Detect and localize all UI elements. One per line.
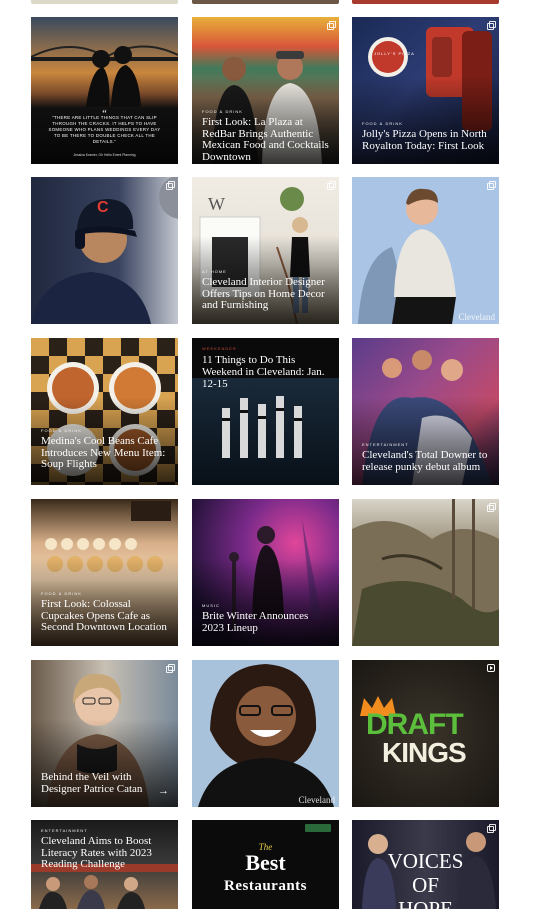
tile-title: First Look: La Plaza at RedBar Brings Au… <box>202 116 329 163</box>
tile-kicker: ENTERTAINMENT <box>362 442 409 447</box>
post-tile-draftkings[interactable]: DRAFT KINGS <box>352 660 499 807</box>
carousel-icon <box>487 181 496 190</box>
carousel-icon <box>327 21 336 30</box>
tile-kicker: FOOD & DRINK <box>362 121 403 126</box>
dancers-photo <box>222 396 302 458</box>
post-tile-portrait-plaid[interactable]: Cleveland <box>352 177 499 324</box>
post-tile-baseball-player[interactable]: C <box>31 177 178 324</box>
carousel-icon <box>327 181 336 190</box>
post-tile-total-downer[interactable]: ENTERTAINMENT Cleveland's Total Downer t… <box>352 338 499 485</box>
tile-kicker: MUSIC <box>202 603 220 608</box>
post-tile-soup-flights[interactable]: FOOD & DRINK Medina's Cool Beans Cafe In… <box>31 338 178 485</box>
voices-title-line-2: OF <box>412 873 439 897</box>
arrow-icon: → <box>158 785 169 797</box>
post-tile-literacy[interactable]: ENTERTAINMENT Cleveland Aims to Boost Li… <box>31 820 178 909</box>
tile-kicker: ENTERTAINMENT <box>41 828 88 833</box>
post-tile-la-plaza[interactable]: FOOD & DRINK First Look: La Plaza at Red… <box>192 17 339 164</box>
tile-title: Cleveland's Total Downer to release punk… <box>362 449 488 473</box>
tile-kicker: FOOD & DRINK <box>41 428 82 433</box>
tile-kicker: FOOD & DRINK <box>41 591 82 596</box>
tile-title: Jolly's Pizza Opens in North Royalton To… <box>362 128 487 152</box>
quote-author: Jessica Kramer, Oh Hello Event Planning <box>73 153 136 157</box>
reel-icon <box>487 664 495 672</box>
carousel-icon <box>166 664 175 673</box>
tile-title: Behind the Veil with Designer Patrice Ca… <box>41 771 143 795</box>
portrait-photo <box>358 188 456 324</box>
tile-kicker: AT HOME <box>202 269 227 274</box>
post-tile-patrice-catan[interactable]: Behind the Veil with Designer Patrice Ca… <box>31 660 178 807</box>
post-tile-voices-of-hope[interactable]: VOICES OF HOPE <box>352 820 499 909</box>
tile-title: Cleveland Interior Designer Offers Tips … <box>202 276 325 311</box>
voices-title-line-1: VOICES <box>387 849 464 873</box>
previous-row-tile-1[interactable] <box>31 0 178 4</box>
big-title-line-2: Restaurants <box>224 878 307 894</box>
wedding-quote-text: "THERE ARE LITTLE THINGS THAT CAN SLIP T… <box>48 115 161 144</box>
post-tile-smiling-woman[interactable]: Cleveland <box>192 660 339 807</box>
pizza-sign-text: JOLLY'S PIZZA <box>374 51 415 56</box>
post-tile-brite-winter[interactable]: MUSIC Brite Winter Announces 2023 Lineup <box>192 499 339 646</box>
post-tile-colossal-cupcakes[interactable]: FOOD & DRINK First Look: Colossal Cupcak… <box>31 499 178 646</box>
watermark-text: Cleveland <box>458 312 496 322</box>
carousel-icon <box>166 181 175 190</box>
bridge-silhouette-image <box>31 45 178 107</box>
previous-row-tile-2[interactable] <box>192 0 339 4</box>
post-tile-interior-designer[interactable]: W AT HOME Cleveland Interior Designer Of… <box>192 177 339 324</box>
post-tile-jollys-pizza[interactable]: JOLLY'S PIZZA FOOD & DRINK Jolly's Pizza… <box>352 17 499 164</box>
carousel-icon <box>487 21 496 30</box>
big-title-line-1: Best <box>245 850 286 875</box>
tile-title: Medina's Cool Beans Cafe Introduces New … <box>41 435 166 470</box>
carousel-icon <box>487 824 496 833</box>
tile-kicker: FOOD & DRINK <box>202 109 243 114</box>
tile-title: Cleveland Aims to Boost Literacy Rates w… <box>41 835 152 870</box>
post-tile-best-restaurants[interactable]: The Best Restaurants <box>192 820 339 909</box>
brand-logo-line-1: DRAFT <box>366 708 464 741</box>
portrait-photo <box>198 664 334 807</box>
tile-title: Brite Winter Announces 2023 Lineup <box>202 610 309 634</box>
cap-logo-letter: C <box>97 199 109 216</box>
brand-logo-line-2: KINGS <box>382 737 467 768</box>
voices-title-line-3: HOPE <box>398 897 453 909</box>
post-tile-weekend-things[interactable]: WEEKENDER 11 Things to Do This Weekend i… <box>192 338 339 485</box>
tile-title: 11 Things to Do This Weekend in Clevelan… <box>202 354 325 390</box>
watermark-text: Cleveland <box>298 795 336 805</box>
wall-letter: W <box>208 194 225 214</box>
carousel-icon <box>487 503 496 512</box>
tile-title: First Look: Colossal Cupcakes Opens Cafe… <box>41 598 167 633</box>
post-tile-rock-cliff[interactable] <box>352 499 499 646</box>
previous-row-tile-3[interactable] <box>352 0 499 4</box>
sponsor-logo <box>305 824 331 832</box>
tile-kicker: WEEKENDER <box>202 346 237 351</box>
post-tile-wedding-quote[interactable]: “ "THERE ARE LITTLE THINGS THAT CAN SLIP… <box>31 17 178 164</box>
rock-formation-photo <box>352 499 499 646</box>
